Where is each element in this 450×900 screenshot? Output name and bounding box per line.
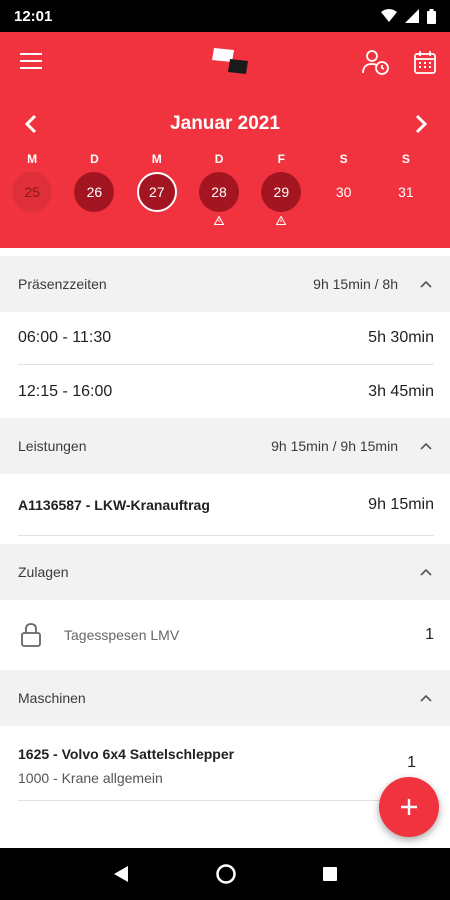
weekday-letter: F	[277, 152, 285, 166]
section-title: Leistungen	[18, 438, 87, 454]
section-header-zulagen[interactable]: Zulagen	[0, 544, 450, 600]
day-column: S 31	[374, 152, 436, 228]
machine-title: 1625 - Volvo 6x4 Sattelschlepper	[18, 746, 235, 762]
status-bar: 12:01	[0, 0, 450, 32]
day-button[interactable]: 25	[12, 172, 53, 212]
weekday-letter: D	[90, 152, 99, 166]
machine-subtitle: 1000 - Krane allgemein	[18, 770, 163, 786]
time-entry-row[interactable]: 12:15 - 16:00 3h 45min	[18, 365, 434, 418]
day-button[interactable]: 26	[74, 172, 115, 212]
weekday-letter: D	[214, 152, 224, 166]
day-column: M 27	[125, 152, 187, 228]
section-header-leistungen[interactable]: Leistungen 9h 15min / 9h 15min	[0, 418, 450, 474]
allowance-label: Tagesspesen LMV	[64, 627, 180, 643]
day-column: D 26	[62, 152, 124, 228]
allowance-count: 1	[425, 626, 434, 643]
allowance-row[interactable]: Tagesspesen LMV 1	[18, 600, 434, 670]
week-days-row: M 25 D 26 M 27 D 28 F 29 S 30 S 31	[0, 152, 450, 228]
user-clock-icon[interactable]	[362, 48, 390, 76]
prev-month-arrow-icon[interactable]	[20, 112, 44, 136]
warning-icon	[276, 216, 287, 225]
month-title: Januar 2021	[170, 113, 280, 134]
day-column: D 28	[187, 152, 249, 228]
warning-icon	[214, 216, 225, 225]
section-title: Präsenzzeiten	[18, 276, 107, 292]
weekday-letter: M	[151, 152, 162, 166]
chevron-up-icon	[420, 442, 432, 450]
time-range: 06:00 - 11:30	[18, 329, 112, 346]
section-header-praesenzzeiten[interactable]: Präsenzzeiten 9h 15min / 8h	[0, 256, 450, 312]
chevron-up-icon	[420, 694, 432, 702]
day-column: F 29	[249, 152, 311, 228]
section-title: Zulagen	[18, 564, 69, 580]
time-range: 12:15 - 16:00	[18, 382, 113, 400]
machine-entry-row[interactable]: 1625 - Volvo 6x4 Sattelschlepper 1000 - …	[18, 726, 434, 801]
signal-icon	[405, 9, 419, 23]
time-duration: 3h 45min	[368, 382, 434, 400]
day-button-selected[interactable]: 27	[136, 172, 177, 212]
lock-icon	[21, 623, 41, 647]
service-label: A1136587 - LKW-Kranauftrag	[18, 496, 210, 513]
day-button[interactable]: 29	[261, 172, 302, 212]
wifi-icon	[381, 9, 397, 22]
calendar-icon[interactable]	[411, 48, 439, 76]
month-selector: Januar 2021	[0, 92, 450, 156]
app-logo	[212, 48, 248, 74]
service-entry-row[interactable]: A1136587 - LKW-Kranauftrag 9h 15min	[18, 474, 434, 536]
day-button[interactable]: 30	[324, 172, 364, 212]
home-icon[interactable]	[215, 863, 237, 885]
time-duration: 5h 30min	[368, 329, 434, 346]
weekday-letter: S	[401, 152, 410, 166]
plus-icon	[401, 799, 417, 815]
weekday-letter: M	[27, 152, 38, 166]
day-button[interactable]: 31	[386, 172, 426, 212]
day-column: M 25	[0, 152, 62, 228]
recents-icon[interactable]	[322, 866, 338, 882]
time-entry-row[interactable]: 06:00 - 11:30 5h 30min	[18, 312, 434, 365]
back-icon[interactable]	[112, 865, 130, 883]
calendar-header: Januar 2021 M 25 D 26 M 27 D 28 F 29 S 3…	[0, 32, 450, 248]
day-details: Präsenzzeiten 9h 15min / 8h 06:00 - 11:3…	[0, 248, 450, 848]
status-time: 12:01	[14, 7, 53, 25]
machine-count: 1	[407, 754, 416, 771]
section-title: Maschinen	[18, 690, 86, 706]
section-header-maschinen[interactable]: Maschinen	[0, 670, 450, 726]
chevron-up-icon	[420, 280, 432, 288]
section-summary: 9h 15min / 9h 15min	[271, 438, 398, 454]
chevron-up-icon	[420, 568, 432, 576]
app-bar	[0, 32, 450, 92]
section-summary: 9h 15min / 8h	[313, 276, 398, 292]
menu-icon[interactable]	[20, 53, 42, 71]
battery-icon	[427, 8, 436, 24]
status-icons	[381, 8, 436, 24]
weekday-letter: S	[339, 152, 348, 166]
service-duration: 9h 15min	[368, 495, 434, 513]
day-column: S 30	[311, 152, 373, 228]
system-nav-bar	[0, 848, 450, 900]
day-button[interactable]: 28	[199, 172, 240, 212]
next-month-arrow-icon[interactable]	[408, 112, 432, 136]
add-entry-button[interactable]	[379, 777, 439, 837]
